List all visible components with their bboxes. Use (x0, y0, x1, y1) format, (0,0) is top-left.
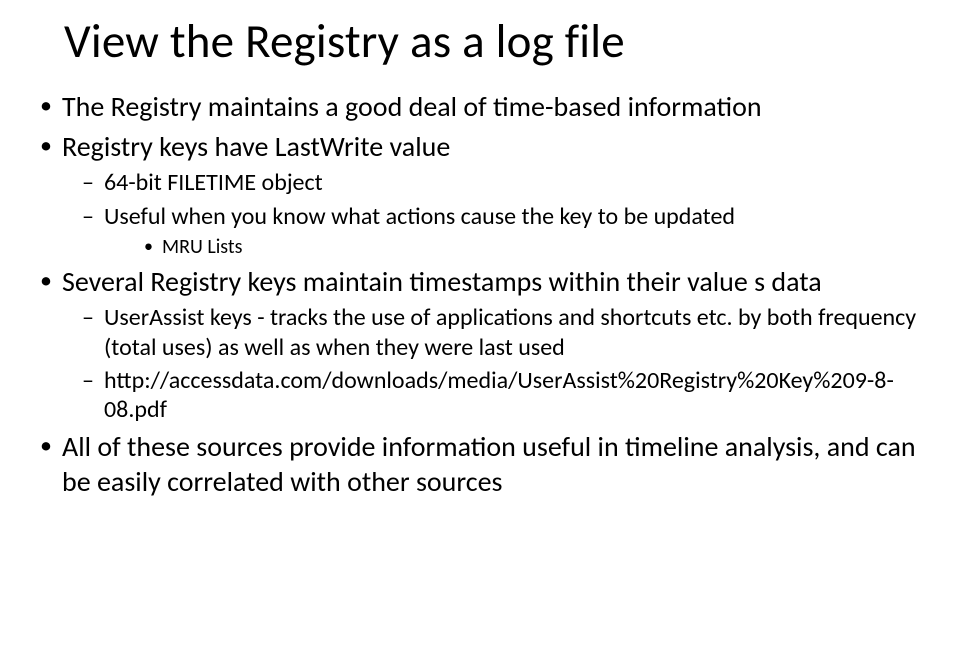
sub-sub-bullet-text: MRU Lists (162, 235, 242, 259)
sub-bullet-text: Useful when you know what actions cause … (104, 202, 735, 231)
bullet-item: Several Registry keys maintain timestamp… (28, 265, 932, 424)
sub-sub-bullet-item: MRU Lists (104, 235, 932, 259)
bullet-text: Several Registry keys maintain timestamp… (62, 264, 822, 299)
sub-bullet-item: 64-bit FILETIME object (62, 168, 932, 197)
sub-bullet-item: Useful when you know what actions cause … (62, 202, 932, 260)
bullet-item: All of these sources provide information… (28, 430, 932, 498)
bullet-list: The Registry maintains a good deal of ti… (28, 90, 932, 499)
sub-bullet-item: http://accessdata.com/downloads/media/Us… (62, 366, 932, 425)
bullet-text: All of these sources provide information… (62, 429, 916, 498)
sub-sub-bullet-list: MRU Lists (104, 235, 932, 259)
sub-bullet-item: UserAssist keys - tracks the use of appl… (62, 303, 932, 362)
sub-bullet-text: 64-bit FILETIME object (104, 168, 323, 197)
sub-bullet-list: 64-bit FILETIME object Useful when you k… (62, 168, 932, 259)
bullet-text: The Registry maintains a good deal of ti… (62, 89, 762, 124)
sub-bullet-text: UserAssist keys - tracks the use of appl… (104, 303, 916, 361)
bullet-item: The Registry maintains a good deal of ti… (28, 90, 932, 124)
bullet-text: Registry keys have LastWrite value (62, 129, 450, 164)
slide-title: View the Registry as a log file (64, 12, 932, 70)
sub-bullet-text: http://accessdata.com/downloads/media/Us… (104, 366, 894, 424)
sub-bullet-list: UserAssist keys - tracks the use of appl… (62, 303, 932, 424)
bullet-item: Registry keys have LastWrite value 64-bi… (28, 130, 932, 259)
slide: View the Registry as a log file The Regi… (0, 0, 960, 668)
